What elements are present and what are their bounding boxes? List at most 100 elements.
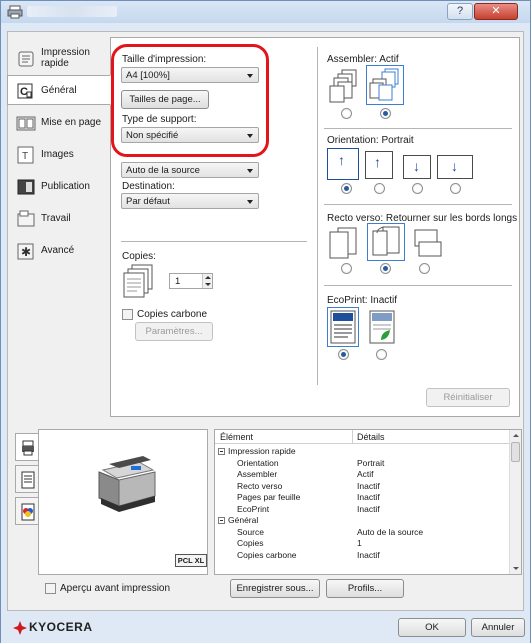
collate-on-icon bbox=[369, 68, 399, 101]
orientation-landscape-rotated-option[interactable]: ↓ bbox=[437, 155, 473, 179]
destination-dropdown[interactable]: Par défaut bbox=[121, 193, 259, 209]
row-key: Assembler bbox=[237, 469, 278, 479]
images-icon: T bbox=[17, 146, 34, 164]
scroll-thumb[interactable] bbox=[511, 442, 520, 462]
scroll-down-icon[interactable] bbox=[513, 567, 519, 570]
ecoprint-off-radio[interactable] bbox=[338, 349, 349, 360]
row-value: Portrait bbox=[357, 457, 385, 468]
table-row: Orientation Portrait bbox=[215, 458, 511, 469]
column-separator bbox=[352, 430, 353, 444]
collapse-icon[interactable] bbox=[218, 517, 225, 524]
nav-item-general[interactable]: C Général bbox=[7, 75, 111, 105]
tab-page-preview[interactable] bbox=[15, 465, 39, 493]
duplex-off-icon[interactable] bbox=[326, 226, 360, 260]
row-key: Impression rapide bbox=[228, 446, 296, 456]
table-scrollbar[interactable] bbox=[509, 430, 521, 574]
copies-stack-icon bbox=[123, 264, 153, 298]
source-value: Auto de la source bbox=[126, 165, 200, 176]
color-page-icon bbox=[21, 503, 35, 521]
copies-stepper[interactable]: 1 bbox=[169, 273, 213, 289]
orientation-radio-1[interactable] bbox=[341, 183, 352, 194]
collate-label: Assembler: Actif bbox=[327, 54, 399, 65]
tab-device-preview[interactable] bbox=[15, 433, 39, 461]
duplex-long-edge-icon bbox=[372, 226, 400, 256]
orientation-radio-4[interactable] bbox=[450, 183, 461, 194]
copies-value: 1 bbox=[175, 276, 181, 287]
nav-item-images[interactable]: T Images bbox=[7, 139, 110, 169]
duplex-label: Recto verso: Retourner sur les bords lon… bbox=[327, 213, 518, 224]
orientation-portrait-rotated-option[interactable]: ↑ bbox=[365, 151, 393, 179]
general-icon: C bbox=[17, 83, 33, 99]
copies-label: Copies: bbox=[122, 251, 156, 262]
orientation-radio-2[interactable] bbox=[374, 183, 385, 194]
collate-off-icon[interactable] bbox=[326, 68, 362, 104]
help-button[interactable]: ? bbox=[447, 3, 473, 20]
divider bbox=[324, 204, 512, 205]
nav-label-advanced: Avancé bbox=[41, 245, 75, 256]
row-value: Inactif bbox=[357, 503, 380, 514]
print-preview-checkbox[interactable] bbox=[45, 583, 56, 594]
collapse-icon[interactable] bbox=[218, 448, 225, 455]
nav-label-general: Général bbox=[41, 85, 77, 96]
table-group-row[interactable]: Général bbox=[215, 515, 511, 526]
svg-text:✱: ✱ bbox=[21, 245, 31, 259]
duplex-off-radio[interactable] bbox=[341, 263, 352, 274]
ecoprint-on-icon[interactable] bbox=[369, 310, 395, 344]
divider bbox=[324, 285, 512, 286]
ok-button[interactable]: OK bbox=[398, 618, 466, 637]
row-key: Pages par feuille bbox=[237, 492, 301, 502]
carbon-copies-checkbox[interactable] bbox=[122, 309, 133, 320]
parameters-button[interactable]: Paramètres... bbox=[135, 322, 213, 341]
row-key: Copies bbox=[237, 538, 264, 548]
table-row: EcoPrint Inactif bbox=[215, 504, 511, 515]
duplex-short-edge-icon[interactable] bbox=[411, 226, 445, 260]
profiles-button[interactable]: Profils... bbox=[326, 579, 404, 598]
row-key: Général bbox=[228, 515, 259, 525]
nav-item-quick-print[interactable]: Impression rapide bbox=[7, 43, 110, 73]
job-icon bbox=[17, 210, 35, 227]
nav-item-job[interactable]: Travail bbox=[7, 203, 110, 233]
save-as-button[interactable]: Enregistrer sous... bbox=[230, 579, 320, 598]
collate-on-radio[interactable] bbox=[380, 108, 391, 119]
nav-label-job: Travail bbox=[41, 213, 71, 224]
table-row: Copies 1 bbox=[215, 538, 511, 549]
nav-label-quick-print: Impression rapide bbox=[41, 47, 90, 69]
close-button[interactable]: ✕ bbox=[474, 3, 518, 20]
table-row: Pages par feuille Inactif bbox=[215, 492, 511, 503]
orientation-landscape-option[interactable]: ↓ bbox=[403, 155, 431, 179]
row-key: Recto verso bbox=[237, 480, 283, 491]
table-group-row[interactable]: Impression rapide bbox=[215, 446, 511, 457]
orientation-radio-3[interactable] bbox=[412, 183, 423, 194]
ecoprint-label: EcoPrint: Inactif bbox=[327, 295, 398, 306]
device-preview-pane: PCL XL bbox=[38, 429, 208, 575]
ecoprint-on-radio[interactable] bbox=[376, 349, 387, 360]
brand-logo-text: KYOCERA bbox=[29, 620, 93, 634]
stepper-arrows-icon[interactable] bbox=[202, 274, 212, 288]
nav-item-advanced[interactable]: ✱ Avancé bbox=[7, 235, 110, 265]
nav-item-publishing[interactable]: Publication bbox=[7, 171, 110, 201]
pdl-badge: PCL XL bbox=[175, 554, 207, 567]
tab-color-preview[interactable] bbox=[15, 497, 39, 525]
scroll-up-icon[interactable] bbox=[513, 434, 519, 437]
table-row: Assembler Actif bbox=[215, 469, 511, 480]
nav-label-publishing: Publication bbox=[41, 181, 90, 192]
carbon-copies-label: Copies carbone bbox=[137, 309, 208, 320]
duplex-long-edge-radio[interactable] bbox=[380, 263, 391, 274]
destination-label: Destination: bbox=[122, 181, 175, 192]
source-dropdown[interactable]: Auto de la source bbox=[121, 162, 259, 178]
reset-button[interactable]: Réinitialiser bbox=[426, 388, 510, 407]
duplex-short-edge-radio[interactable] bbox=[419, 263, 430, 274]
svg-text:T: T bbox=[22, 151, 28, 162]
nav-item-layout[interactable]: Mise en page bbox=[7, 107, 110, 137]
chevron-down-icon bbox=[247, 169, 253, 173]
collate-off-radio[interactable] bbox=[341, 108, 352, 119]
chevron-down-icon bbox=[247, 200, 253, 204]
arrow-up-icon: ↑ bbox=[374, 154, 381, 170]
arrow-down-icon: ↓ bbox=[451, 158, 458, 174]
arrow-up-icon: ↑ bbox=[338, 152, 345, 168]
cancel-button[interactable]: Annuler bbox=[471, 618, 525, 637]
row-value: Inactif bbox=[357, 492, 380, 502]
orientation-portrait-option[interactable]: ↑ bbox=[327, 148, 359, 180]
row-value: Inactif bbox=[357, 480, 380, 491]
quick-print-icon bbox=[18, 51, 34, 67]
